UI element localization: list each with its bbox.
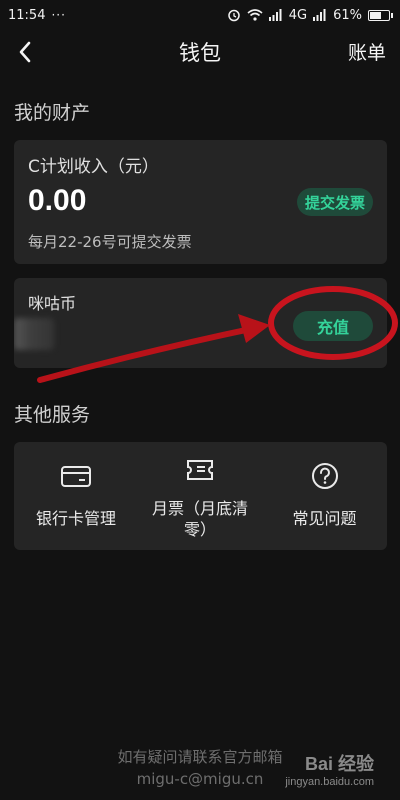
- service-monthly-ticket[interactable]: 月票（月底清 零）: [138, 442, 262, 552]
- ticket-icon: [187, 460, 213, 480]
- coin-label: 咪咕币: [28, 294, 77, 313]
- service-monthly-ticket-label-line1: 月票（月底清: [151, 499, 248, 518]
- status-time: 11:54: [8, 7, 46, 23]
- service-faq[interactable]: 常见问题: [262, 442, 387, 552]
- coin-card: 咪咕币 充值: [14, 278, 387, 368]
- chevron-left-icon: [19, 41, 31, 63]
- service-bank-card[interactable]: 银行卡管理: [14, 442, 138, 552]
- service-monthly-ticket-label-line2: 零）: [183, 520, 216, 539]
- coin-balance-blurred: [14, 318, 54, 350]
- status-bar: 11:54 ··· 4G 61%: [0, 0, 400, 30]
- network-type: 4G: [288, 7, 308, 23]
- assets-section-title: 我的财产: [14, 102, 91, 124]
- baidu-watermark: Bai 经验: [304, 754, 374, 774]
- baidu-watermark-url: jingyan.baidu.com: [285, 776, 374, 788]
- page-title: 钱包: [179, 41, 221, 65]
- signal-icon-2: [313, 9, 326, 21]
- signal-icon: [268, 9, 282, 21]
- service-bank-card-label: 银行卡管理: [35, 509, 116, 528]
- recharge-button[interactable]: 充值: [293, 311, 373, 341]
- alarm-icon: [227, 9, 240, 22]
- income-value: 0.00: [28, 184, 87, 217]
- battery-percent: 61%: [333, 7, 362, 23]
- income-card: C计划收入（元） 0.00 每月22-26号可提交发票 提交发票: [14, 140, 387, 264]
- income-note: 每月22-26号可提交发票: [28, 233, 192, 251]
- submit-invoice-button[interactable]: 提交发票: [296, 188, 373, 216]
- wifi-icon: [247, 9, 263, 21]
- bill-link[interactable]: 账单: [348, 38, 386, 65]
- services-section-title: 其他服务: [14, 404, 91, 426]
- service-faq-label: 常见问题: [292, 509, 357, 528]
- services-card: 银行卡管理 月票（月底清 零） 常见问题: [14, 442, 387, 550]
- income-label: C计划收入（元）: [28, 157, 159, 177]
- battery-icon: [368, 9, 393, 21]
- service-monthly-ticket-label: 月票（月底清 零）: [138, 498, 262, 540]
- bank-card-icon: [61, 466, 91, 487]
- back-button[interactable]: [10, 34, 40, 70]
- status-notification-dots: ···: [51, 8, 66, 22]
- question-circle-icon: [312, 463, 338, 489]
- nav-bar: 钱包 账单: [0, 30, 400, 74]
